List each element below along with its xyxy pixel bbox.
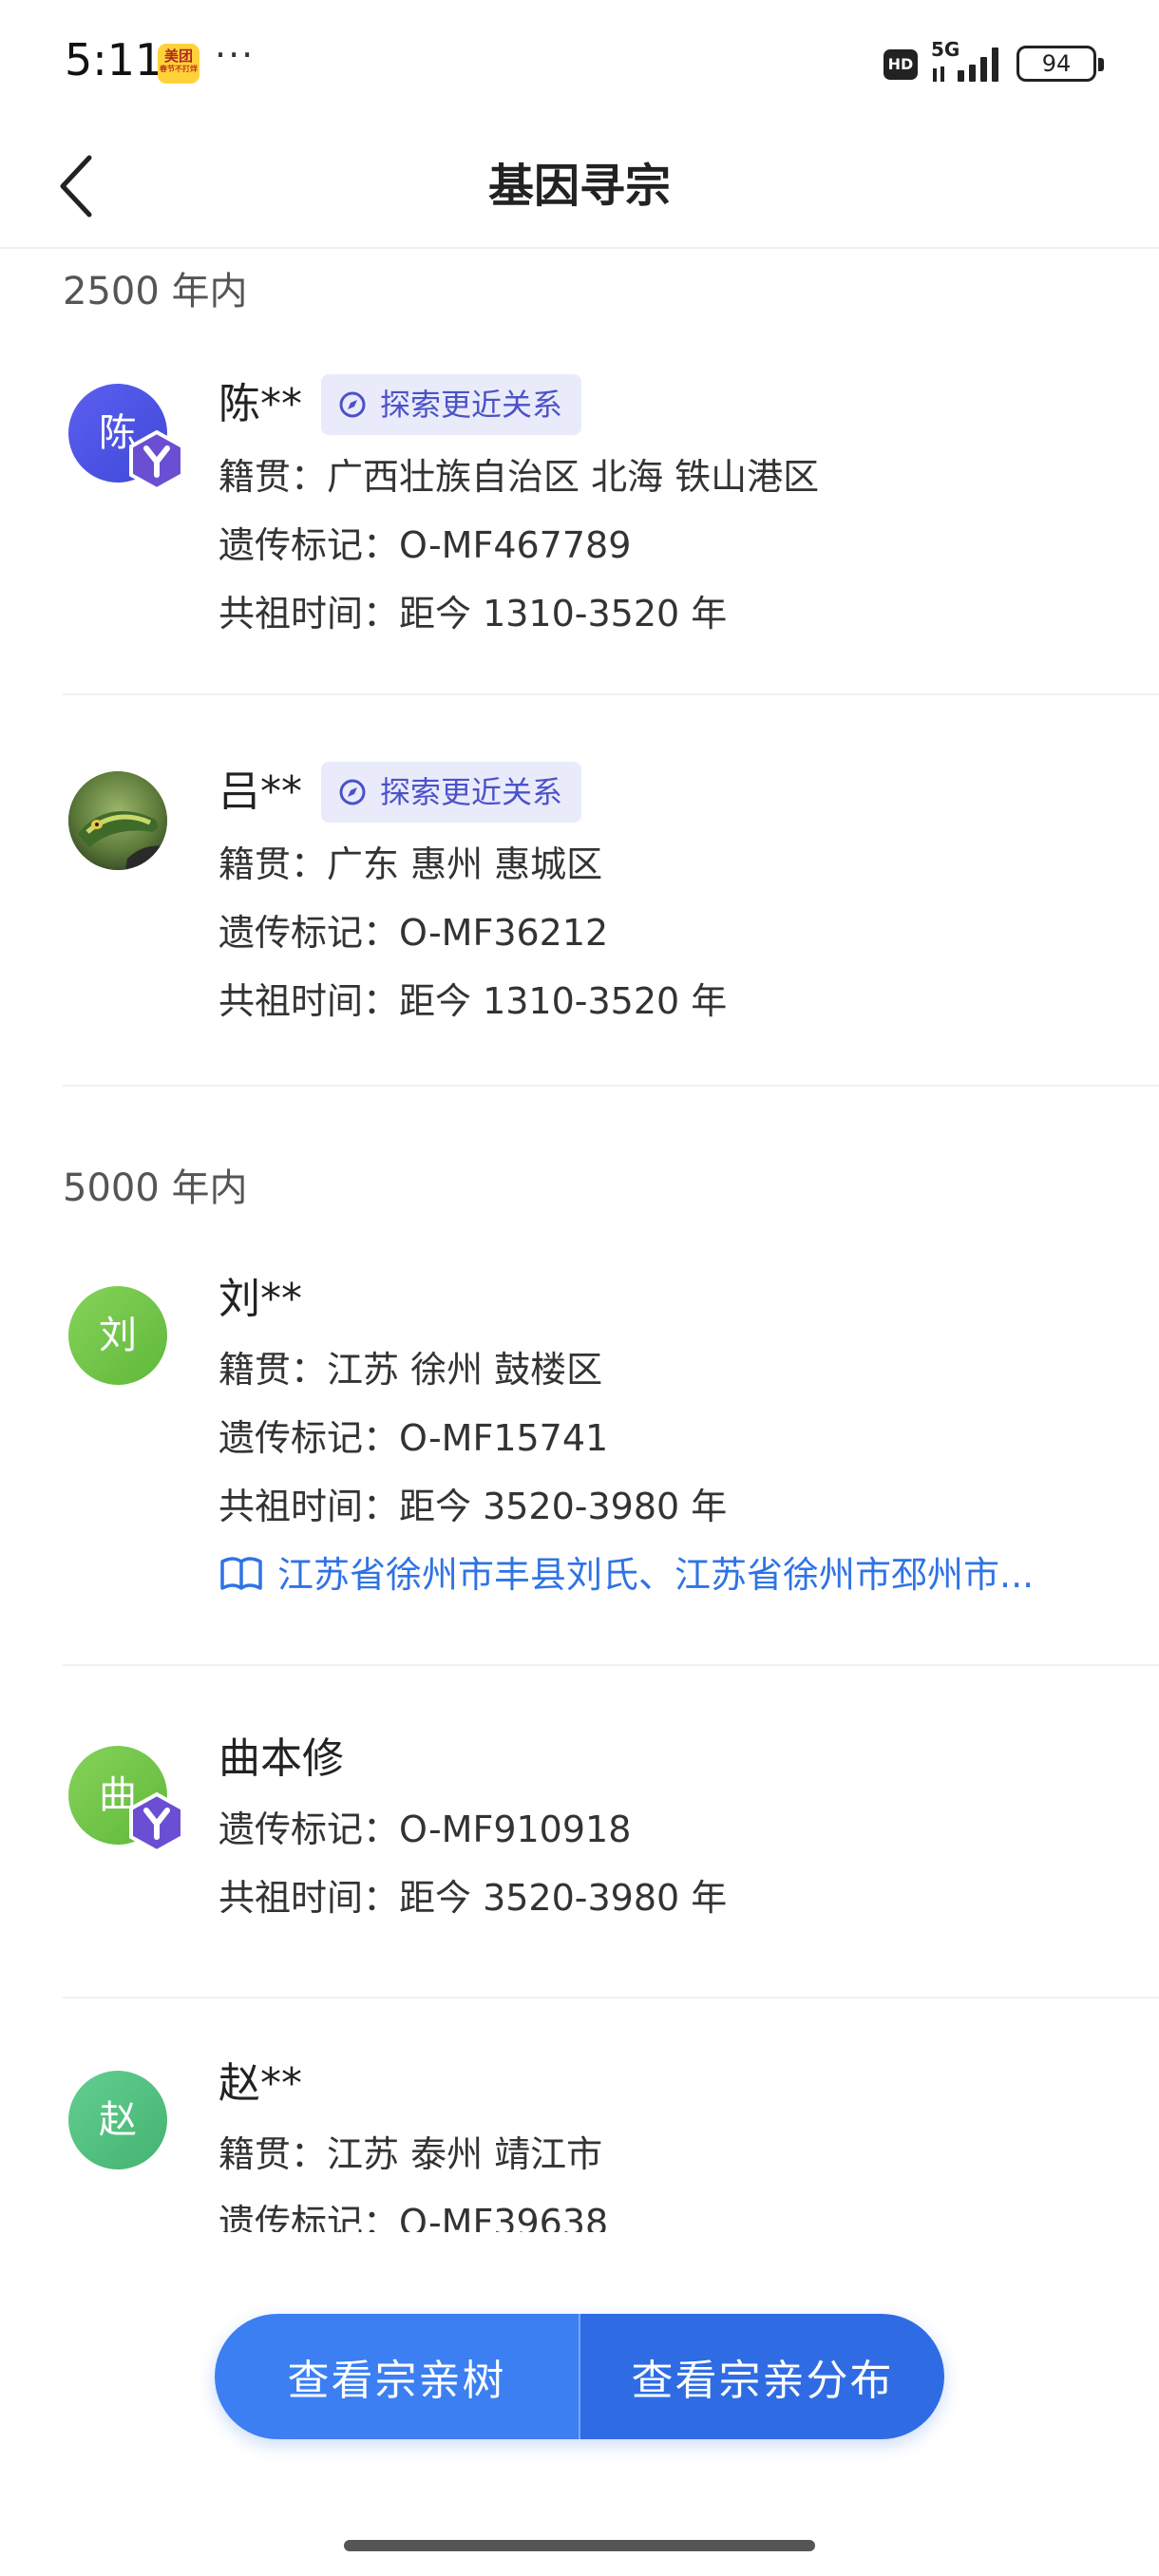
relatives-list[interactable]: 2500 年内 陈 陈** 探索更近关系 籍贯：广西壮族自治区 北海 铁山港区 … bbox=[0, 251, 1159, 2232]
app-icon-subtext: 春节不打烊 bbox=[160, 65, 198, 73]
name-row: 刘** bbox=[218, 1271, 302, 1328]
battery-level: 94 bbox=[1041, 50, 1072, 77]
ancestor-time-text: 共祖时间：距今 3520-3980 年 bbox=[218, 1486, 728, 1527]
name-row: 赵** bbox=[218, 2055, 302, 2112]
page-title: 基因寻宗 bbox=[487, 160, 671, 213]
relative-name: 吕** bbox=[218, 767, 302, 816]
home-indicator[interactable] bbox=[344, 2540, 815, 2551]
view-clan-distribution-button[interactable]: 查看宗亲分布 bbox=[580, 2314, 944, 2439]
origin-text: 籍贯：江苏 泰州 靖江市 bbox=[218, 2133, 603, 2175]
relative-name: 刘** bbox=[218, 1275, 302, 1323]
list-item[interactable]: 吕** 探索更近关系 籍贯：广东 惠州 惠城区 遗传标记：O-MF36212 共… bbox=[63, 752, 1159, 1087]
view-clan-tree-button[interactable]: 查看宗亲树 bbox=[215, 2314, 580, 2439]
battery-icon: 94 bbox=[1016, 46, 1104, 82]
genetic-marker-text: 遗传标记：O-MF39638 bbox=[218, 2202, 609, 2232]
ancestor-time-text: 共祖时间：距今 1310-3520 年 bbox=[218, 980, 728, 1022]
avatar-initial: 赵 bbox=[99, 2098, 137, 2142]
avatar: 刘 bbox=[68, 1286, 167, 1385]
genetic-marker-text: 遗传标记：O-MF36212 bbox=[218, 912, 609, 954]
section-heading-2500: 2500 年内 bbox=[63, 270, 248, 313]
name-row: 陈** 探索更近关系 bbox=[218, 374, 582, 435]
list-item[interactable]: 陈 陈** 探索更近关系 籍贯：广西壮族自治区 北海 铁山港区 遗传标记：O-M… bbox=[63, 365, 1159, 695]
book-icon bbox=[220, 1557, 262, 1590]
genealogy-link[interactable]: 江苏省徐州市丰县刘氏、江苏省徐州市邳州市... bbox=[218, 1548, 1074, 1601]
origin-text: 籍贯：广东 惠州 惠城区 bbox=[218, 843, 603, 885]
explore-closer-relation-button[interactable]: 探索更近关系 bbox=[321, 762, 582, 823]
avatar: 曲 bbox=[68, 1746, 184, 1854]
bottom-action-bar: 查看宗亲树 查看宗亲分布 bbox=[215, 2314, 944, 2439]
meituan-app-icon: 美团 春节不打烊 bbox=[158, 44, 200, 84]
status-time: 5:11 bbox=[65, 34, 163, 85]
relative-name: 曲本修 bbox=[218, 1734, 344, 1783]
divider bbox=[63, 693, 1159, 695]
avatar: 陈 bbox=[68, 384, 184, 492]
genealogy-link-text: 江苏省徐州市丰县刘氏、江苏省徐州市邳州市... bbox=[277, 1554, 1035, 1596]
origin-text: 籍贯：江苏 徐州 鼓楼区 bbox=[218, 1349, 603, 1391]
list-item[interactable]: 曲 曲本修 遗传标记：O-MF910918 共祖时间：距今 3520-3980 … bbox=[63, 1717, 1159, 1998]
relative-name: 陈** bbox=[218, 380, 302, 428]
avatar: 赵 bbox=[68, 2071, 167, 2169]
explore-label: 探索更近关系 bbox=[380, 387, 563, 423]
list-item[interactable]: 刘 刘** 籍贯：江苏 徐州 鼓楼区 遗传标记：O-MF15741 共祖时间：距… bbox=[63, 1258, 1159, 1666]
name-row: 曲本修 bbox=[218, 1731, 344, 1788]
divider bbox=[63, 1997, 1159, 1998]
hd-icon: HD bbox=[884, 49, 918, 80]
y-haplogroup-badge-icon bbox=[129, 1791, 184, 1854]
genetic-marker-text: 遗传标记：O-MF467789 bbox=[218, 524, 632, 566]
relative-name: 赵** bbox=[218, 2059, 302, 2108]
y-haplogroup-badge-icon bbox=[129, 429, 184, 492]
divider bbox=[63, 1085, 1159, 1087]
ancestor-time-text: 共祖时间：距今 3520-3980 年 bbox=[218, 1877, 728, 1919]
explore-closer-relation-button[interactable]: 探索更近关系 bbox=[321, 374, 582, 435]
name-row: 吕** 探索更近关系 bbox=[218, 762, 582, 823]
origin-text: 籍贯：广西壮族自治区 北海 铁山港区 bbox=[218, 456, 820, 498]
divider bbox=[63, 1664, 1159, 1666]
signal-icon bbox=[933, 47, 998, 82]
list-item[interactable]: 赵 赵** 籍贯：江苏 泰州 靖江市 遗传标记：O-MF39638 bbox=[63, 2042, 1159, 2232]
explore-label: 探索更近关系 bbox=[380, 774, 563, 810]
compass-icon bbox=[339, 391, 366, 418]
snake-photo-avatar bbox=[68, 771, 167, 870]
genetic-marker-text: 遗传标记：O-MF15741 bbox=[218, 1417, 609, 1459]
nav-bar: 基因寻宗 bbox=[0, 123, 1159, 249]
section-heading-5000: 5000 年内 bbox=[63, 1166, 248, 1210]
avatar bbox=[68, 771, 167, 870]
compass-icon bbox=[339, 779, 366, 805]
more-notifications-icon: ··· bbox=[215, 34, 256, 76]
ancestor-time-text: 共祖时间：距今 1310-3520 年 bbox=[218, 593, 728, 635]
avatar-initial: 刘 bbox=[99, 1314, 137, 1357]
genetic-marker-text: 遗传标记：O-MF910918 bbox=[218, 1809, 632, 1850]
status-bar: 5:11 美团 春节不打烊 ··· HD 5G 94 bbox=[0, 0, 1159, 123]
app-icon-text: 美团 bbox=[163, 47, 193, 65]
